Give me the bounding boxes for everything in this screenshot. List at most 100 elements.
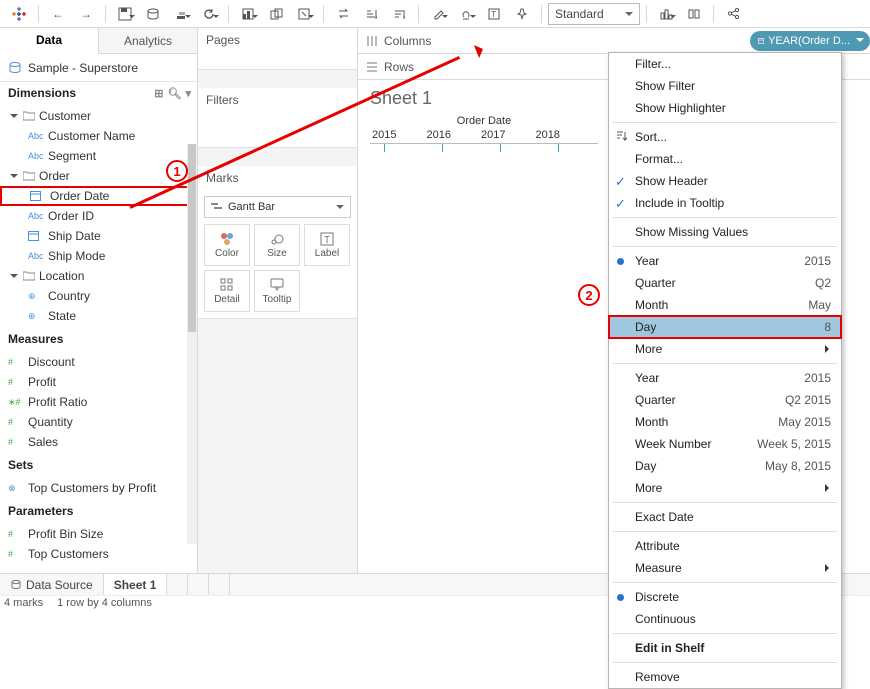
scrollbar-thumb[interactable] — [188, 144, 196, 332]
pill-year-order-date[interactable]: YEAR(Order D... — [750, 31, 870, 51]
tab-data[interactable]: Data — [0, 28, 98, 54]
cards-button[interactable] — [681, 3, 707, 25]
folder-icon — [23, 111, 35, 121]
folder-customer[interactable]: Customer — [0, 106, 197, 126]
field-customer-name[interactable]: Abc Customer Name — [0, 126, 197, 146]
menu-day-part[interactable]: Day8 — [609, 316, 841, 338]
menu-quarter-trunc[interactable]: QuarterQ2 2015 — [609, 389, 841, 411]
save-button[interactable] — [112, 3, 138, 25]
forward-button[interactable]: → — [73, 3, 99, 25]
folder-location[interactable]: Location — [0, 266, 197, 286]
menu-edit-shelf[interactable]: Edit in Shelf — [609, 637, 841, 659]
menu-year-trunc[interactable]: Year2015 — [609, 367, 841, 389]
columns-icon — [366, 35, 378, 47]
sort-desc-button[interactable] — [386, 3, 412, 25]
set-type-icon: ⊗ — [8, 483, 24, 494]
menu-caret-icon[interactable]: ▾ — [185, 87, 191, 100]
menu-show-highlighter[interactable]: Show Highlighter — [609, 97, 841, 119]
menu-remove[interactable]: Remove — [609, 666, 841, 688]
menu-year-part[interactable]: Year2015 — [609, 250, 841, 272]
menu-month-part[interactable]: MonthMay — [609, 294, 841, 316]
clear-sheet-button[interactable] — [291, 3, 317, 25]
field-order-id[interactable]: Abc Order ID — [0, 206, 197, 226]
new-worksheet-button[interactable]: + — [167, 574, 188, 595]
axis-title: Order Date — [370, 115, 598, 127]
field-segment[interactable]: Abc Segment — [0, 146, 197, 166]
share-button[interactable] — [720, 3, 746, 25]
cards-pane: Pages Filters Marks Gantt Bar Color — [198, 28, 358, 573]
check-icon: ✓ — [615, 174, 626, 190]
menu-sort[interactable]: Sort... — [609, 126, 841, 148]
menu-quarter-part[interactable]: QuarterQ2 — [609, 272, 841, 294]
menu-exact-date[interactable]: Exact Date — [609, 506, 841, 528]
new-sheet-button[interactable] — [235, 3, 261, 25]
set-top-customers[interactable]: ⊗Top Customers by Profit — [0, 478, 197, 498]
menu-continuous[interactable]: Continuous — [609, 608, 841, 630]
sidebar-scrollbar[interactable] — [187, 144, 197, 544]
refresh-button[interactable] — [196, 3, 222, 25]
detail-button[interactable]: Detail — [204, 270, 250, 312]
group-button[interactable] — [453, 3, 479, 25]
label-icon: T — [320, 232, 334, 246]
search-icon[interactable]: 🔍︎ — [168, 87, 182, 100]
field-state[interactable]: ⊕ State — [0, 306, 197, 326]
param-profit-bin[interactable]: #Profit Bin Size — [0, 524, 197, 544]
tab-analytics[interactable]: Analytics — [98, 28, 197, 54]
menu-more-part[interactable]: More — [609, 338, 841, 360]
folder-icon — [23, 171, 35, 181]
field-quantity[interactable]: #Quantity — [0, 412, 197, 432]
menu-month-trunc[interactable]: MonthMay 2015 — [609, 411, 841, 433]
columns-shelf[interactable]: Columns YEAR(Order D... — [358, 28, 870, 54]
tab-sheet1[interactable]: Sheet 1 — [104, 574, 168, 595]
fit-selector[interactable]: Standard — [548, 3, 640, 25]
duplicate-sheet-button[interactable] — [263, 3, 289, 25]
tab-data-source[interactable]: Data Source — [0, 574, 104, 595]
field-sales[interactable]: #Sales — [0, 432, 197, 452]
show-me-button[interactable] — [653, 3, 679, 25]
new-story-button[interactable] — [209, 574, 230, 595]
menu-show-header[interactable]: ✓Show Header — [609, 170, 841, 192]
menu-attribute[interactable]: Attribute — [609, 535, 841, 557]
dimensions-header: Dimensions ⊞ 🔍︎ ▾ — [0, 82, 197, 104]
field-profit-ratio[interactable]: ∗#Profit Ratio — [0, 392, 197, 412]
field-country[interactable]: ⊕ Country — [0, 286, 197, 306]
menu-show-missing[interactable]: Show Missing Values — [609, 221, 841, 243]
back-button[interactable]: ← — [45, 3, 71, 25]
menu-filter[interactable]: Filter... — [609, 53, 841, 75]
param-top-customers[interactable]: #Top Customers — [0, 544, 197, 564]
mark-type-selector[interactable]: Gantt Bar — [204, 196, 351, 218]
datasource-row[interactable]: Sample - Superstore — [0, 54, 197, 82]
menu-day-trunc[interactable]: DayMay 8, 2015 — [609, 455, 841, 477]
menu-show-filter[interactable]: Show Filter — [609, 75, 841, 97]
menu-week-trunc[interactable]: Week NumberWeek 5, 2015 — [609, 433, 841, 455]
data-pane: Data Analytics Sample - Superstore Dimen… — [0, 28, 198, 573]
swap-button[interactable] — [330, 3, 356, 25]
geo-type-icon: ⊕ — [28, 291, 44, 302]
labels-button[interactable]: T — [481, 3, 507, 25]
label-button[interactable]: T Label — [304, 224, 350, 266]
view-icon[interactable]: ⊞ — [154, 87, 163, 100]
pause-updates-button[interactable] — [168, 3, 194, 25]
datasource-icon — [8, 61, 22, 75]
sort-asc-button[interactable] — [358, 3, 384, 25]
menu-more-trunc[interactable]: More — [609, 477, 841, 499]
menu-include-tooltip[interactable]: ✓Include in Tooltip — [609, 192, 841, 214]
field-ship-date[interactable]: Ship Date — [0, 226, 197, 246]
menu-discrete[interactable]: Discrete — [609, 586, 841, 608]
menu-measure[interactable]: Measure — [609, 557, 841, 579]
field-discount[interactable]: #Discount — [0, 352, 197, 372]
menu-format[interactable]: Format... — [609, 148, 841, 170]
status-rows: 1 row by 4 columns — [57, 597, 152, 609]
field-profit[interactable]: #Profit — [0, 372, 197, 392]
top-toolbar: ← → T Standard — [0, 0, 870, 28]
new-dashboard-button[interactable] — [188, 574, 209, 595]
pages-card[interactable]: Pages — [198, 28, 357, 70]
submenu-arrow-icon — [825, 345, 833, 353]
size-button[interactable]: Size — [254, 224, 300, 266]
tooltip-button[interactable]: Tooltip — [254, 270, 300, 312]
new-datasource-button[interactable] — [140, 3, 166, 25]
field-ship-mode[interactable]: Abc Ship Mode — [0, 246, 197, 266]
color-button[interactable]: Color — [204, 224, 250, 266]
highlight-button[interactable] — [425, 3, 451, 25]
pin-button[interactable] — [509, 3, 535, 25]
